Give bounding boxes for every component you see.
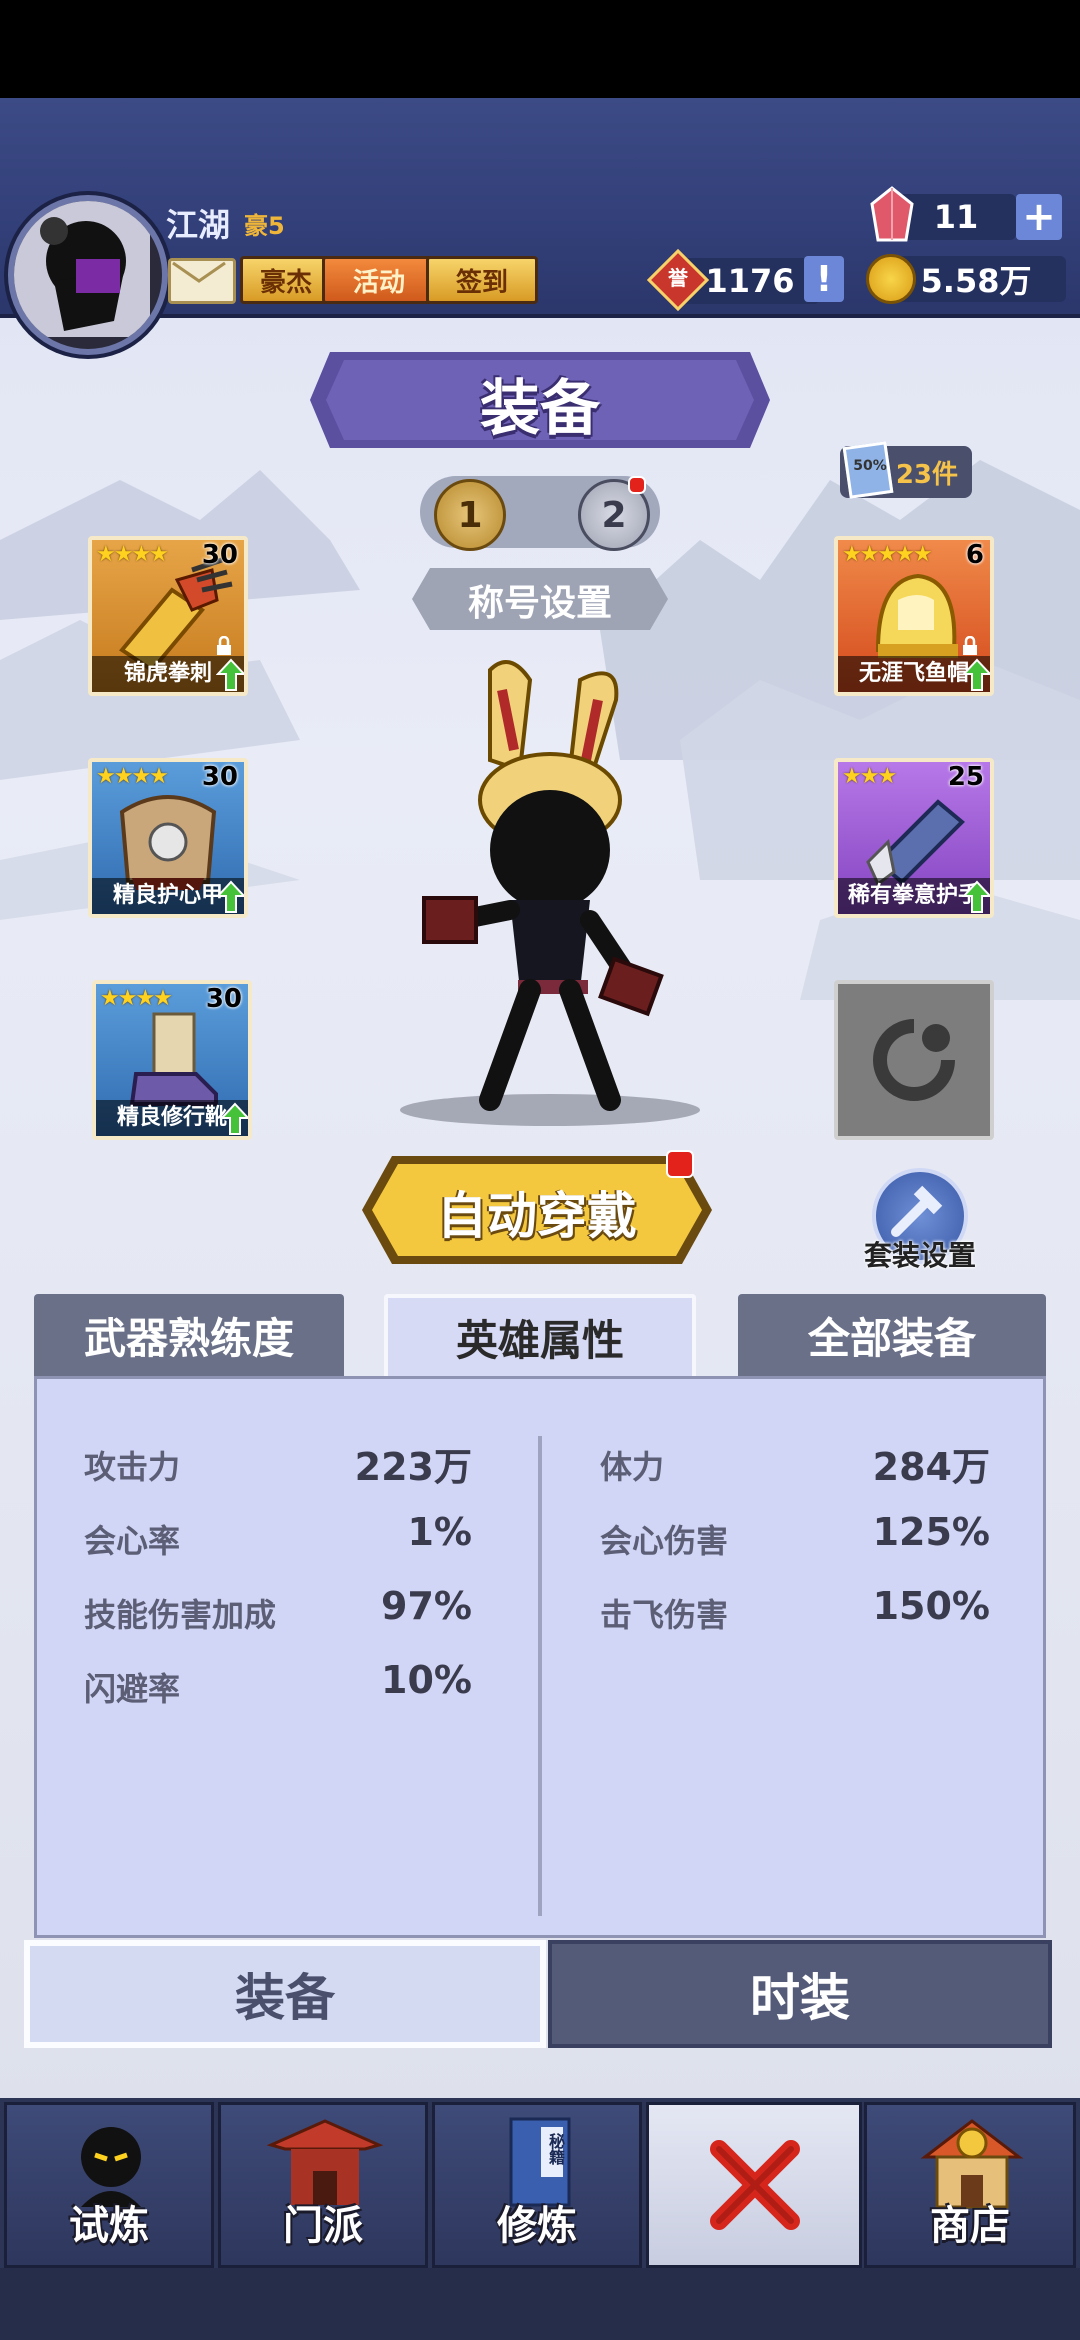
mail-button[interactable] bbox=[168, 258, 236, 304]
player-name: 江湖 bbox=[166, 206, 231, 244]
lock-icon bbox=[963, 636, 977, 655]
honor-info-button[interactable]: ! bbox=[804, 256, 844, 302]
auto-equip-button[interactable]: 自动穿戴 bbox=[362, 1176, 712, 1248]
notification-dot bbox=[666, 1150, 694, 1178]
stat-label: 技能伤害加成 bbox=[84, 1596, 277, 1634]
tab-hero-attributes[interactable]: 英雄属性 bbox=[384, 1294, 696, 1376]
stat-value: 10% bbox=[381, 1658, 472, 1702]
stat-label: 击飞伤害 bbox=[600, 1596, 729, 1634]
stat-value: 125% bbox=[872, 1510, 990, 1554]
ninja-avatar-icon bbox=[14, 201, 150, 337]
empty-accessory-slot[interactable] bbox=[834, 980, 994, 1140]
card-icon-badge: 50% bbox=[853, 458, 887, 474]
tab-equipment[interactable]: 装备 bbox=[24, 1940, 546, 2048]
stat-label: 会心率 bbox=[84, 1522, 181, 1560]
coin-icon bbox=[866, 254, 916, 304]
add-gems-button[interactable]: + bbox=[1016, 194, 1062, 240]
slot-level: 25 bbox=[947, 762, 984, 792]
notification-dot bbox=[628, 476, 646, 494]
slot-level: 6 bbox=[965, 540, 984, 570]
hero-character bbox=[400, 660, 700, 1126]
stat-value: 97% bbox=[381, 1584, 472, 1628]
nav-current-close[interactable] bbox=[646, 2102, 862, 2268]
upgrade-arrow-icon bbox=[220, 1102, 248, 1135]
stats-divider bbox=[538, 1436, 542, 1916]
nav-label: 门派 bbox=[283, 2203, 363, 2249]
upgrade-arrow-icon bbox=[962, 880, 990, 913]
nav-shop[interactable]: 商店 bbox=[864, 2102, 1076, 2268]
book-cover-text: 秘籍 bbox=[546, 2133, 565, 2165]
page-title: 装备 bbox=[480, 374, 600, 444]
nav-label: 试炼 bbox=[69, 2203, 149, 2249]
set-1-button[interactable]: 1 bbox=[434, 479, 506, 551]
slot-level: 30 bbox=[205, 984, 242, 1014]
tab-all-equipment[interactable]: 全部装备 bbox=[738, 1294, 1046, 1376]
title-setting-button[interactable]: 称号设置 bbox=[412, 574, 668, 626]
slot-level: 30 bbox=[201, 540, 238, 570]
vip-level-badge: 豪5 bbox=[244, 212, 285, 240]
close-x-icon bbox=[710, 2140, 800, 2230]
upgrade-arrow-icon bbox=[962, 658, 990, 691]
tab-weapon-mastery[interactable]: 武器熟练度 bbox=[34, 1294, 344, 1376]
slot-level: 30 bbox=[201, 762, 238, 792]
mail-icon bbox=[172, 261, 226, 283]
slot-stars: ★★★★ bbox=[96, 542, 169, 567]
player-avatar[interactable] bbox=[8, 195, 168, 355]
armor-slot[interactable]: ★★★★ 30 精良护心甲 bbox=[88, 758, 248, 918]
stat-value: 223万 bbox=[354, 1445, 472, 1489]
helmet-slot[interactable]: ★★★★★ 6 无涯飞鱼帽 bbox=[834, 536, 994, 696]
boots-slot[interactable]: ★★★★ 30 精良修行靴 bbox=[92, 980, 252, 1140]
nav-label: 商店 bbox=[930, 2203, 1010, 2249]
weapon-slot[interactable]: ★★★★ 30 锦虎拳刺 bbox=[88, 536, 248, 696]
stat-label: 会心伤害 bbox=[600, 1522, 729, 1560]
tab-fashion[interactable]: 时装 bbox=[548, 1940, 1052, 2048]
nav-sect[interactable]: 门派 bbox=[218, 2102, 428, 2268]
stat-label: 闪避率 bbox=[84, 1670, 181, 1708]
slot-stars: ★★★★ bbox=[96, 764, 169, 789]
events-button[interactable]: 活动 bbox=[322, 256, 436, 304]
bottom-strip bbox=[0, 2268, 1080, 2340]
nav-label: 修炼 bbox=[497, 2203, 577, 2249]
nav-trial[interactable]: 试炼 bbox=[4, 2102, 214, 2268]
stat-value: 284万 bbox=[872, 1445, 990, 1489]
stat-label: 体力 bbox=[600, 1448, 665, 1486]
upgrade-arrow-icon bbox=[216, 880, 244, 913]
honor-icon-glyph: 誉 bbox=[668, 266, 688, 290]
lock-icon bbox=[217, 636, 231, 655]
gem-icon bbox=[870, 186, 914, 242]
suit-setting-label[interactable]: 套装设置 bbox=[850, 1234, 990, 1274]
stat-value: 150% bbox=[872, 1584, 990, 1628]
upgrade-arrow-icon bbox=[216, 658, 244, 691]
nav-cultivation[interactable]: 秘籍 修炼 bbox=[432, 2102, 642, 2268]
gloves-slot[interactable]: ★★★ 25 稀有拳意护手 bbox=[834, 758, 994, 918]
checkin-button[interactable]: 签到 bbox=[426, 256, 538, 304]
stat-label: 攻击力 bbox=[84, 1448, 181, 1486]
empty-ring-icon bbox=[873, 1019, 955, 1101]
slot-stars: ★★★★★ bbox=[842, 542, 933, 567]
slot-stars: ★★★★ bbox=[100, 986, 173, 1011]
stat-value: 1% bbox=[407, 1510, 472, 1554]
heroes-button[interactable]: 豪杰 bbox=[240, 256, 332, 304]
slot-stars: ★★★ bbox=[842, 764, 897, 789]
